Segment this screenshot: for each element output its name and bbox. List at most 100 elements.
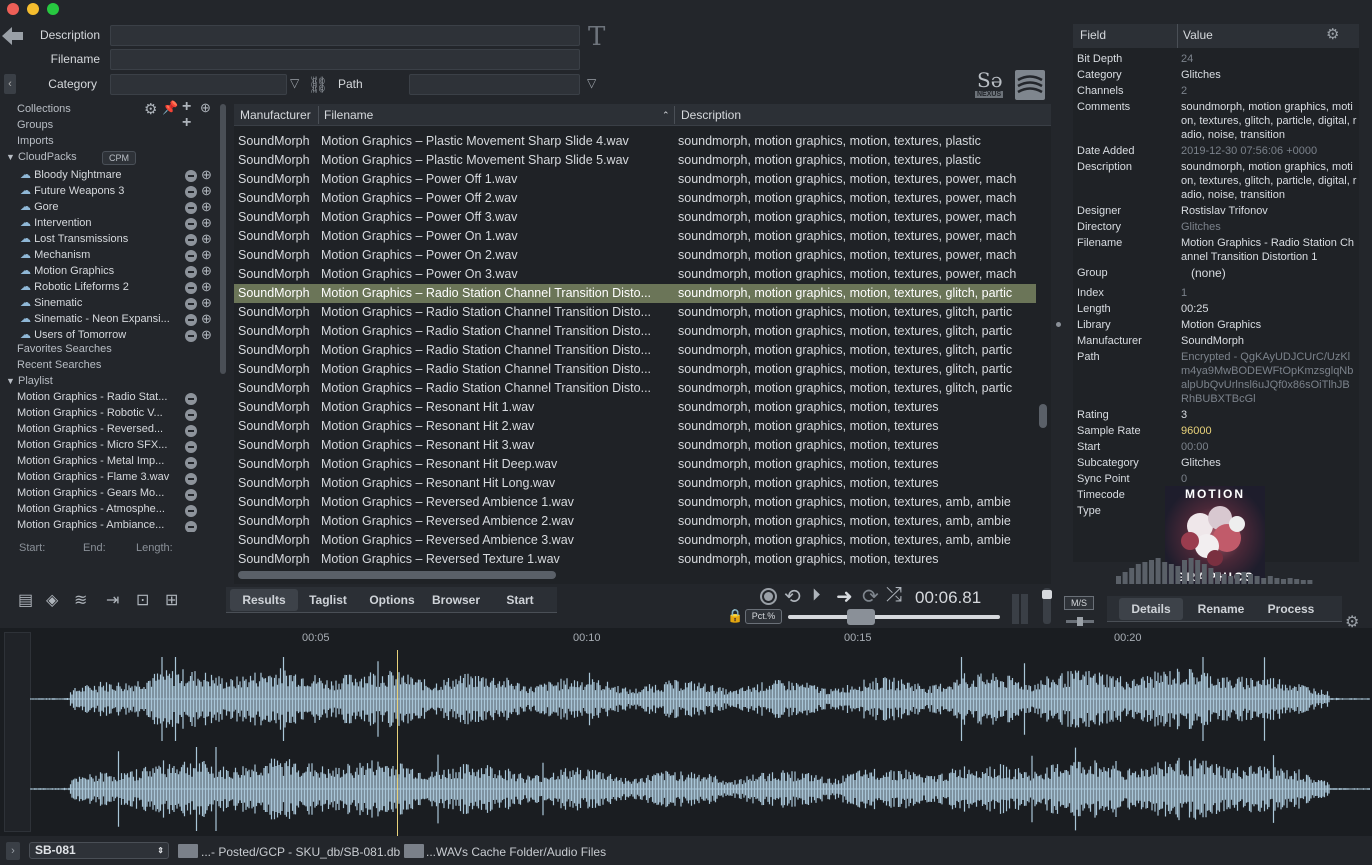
table-row[interactable]: SoundMorph Motion Graphics – Reversed Tex… bbox=[234, 550, 1036, 569]
tab-results[interactable]: Results bbox=[230, 589, 298, 611]
playlist-item[interactable]: Motion Graphics - Gears Mo... bbox=[17, 487, 164, 503]
table-row[interactable]: SoundMorph Motion Graphics – Reversed Amb… bbox=[234, 512, 1036, 531]
download-icon[interactable]: ⊕ bbox=[201, 199, 212, 215]
remove-icon[interactable] bbox=[185, 266, 197, 278]
table-row[interactable]: SoundMorph Motion Graphics – Resonant Hit… bbox=[234, 398, 1036, 417]
remove-icon[interactable] bbox=[185, 441, 197, 453]
table-row[interactable]: SoundMorph Motion Graphics – Radio Statio… bbox=[234, 379, 1036, 398]
cloudpack-item[interactable]: ☁ Motion Graphics bbox=[20, 264, 180, 280]
sort-up-icon[interactable]: ⌃ bbox=[662, 104, 670, 126]
tab-taglist[interactable]: Taglist bbox=[300, 589, 356, 611]
playlist-item[interactable]: Motion Graphics - Atmosphe... bbox=[17, 503, 165, 519]
download-icon[interactable]: ⊕ bbox=[201, 279, 212, 295]
cloudpack-item[interactable]: ☁ Users of Tomorrow bbox=[20, 328, 180, 344]
export-folder-icon[interactable]: ⊡ bbox=[136, 590, 149, 610]
sidebar-groups[interactable]: Groups bbox=[17, 119, 53, 135]
remove-icon[interactable] bbox=[185, 282, 197, 294]
sidebar-favorites[interactable]: Favorites Searches bbox=[17, 343, 112, 359]
cloudpack-item[interactable]: ☁ Intervention bbox=[20, 216, 180, 232]
table-row[interactable]: SoundMorph Motion Graphics – Plastic Move… bbox=[234, 132, 1036, 151]
cloudpack-item[interactable]: ☁ Gore bbox=[20, 200, 180, 216]
table-row[interactable]: SoundMorph Motion Graphics – Power Off 1.… bbox=[234, 170, 1036, 189]
disclosure-triangle-icon[interactable]: ▼ bbox=[6, 376, 15, 386]
database-path[interactable]: ...- Posted/GCP - SKU_db/SB-081.db bbox=[201, 845, 400, 859]
category-dropdown-icon[interactable]: ▽ bbox=[290, 76, 299, 90]
pitch-slider-handle[interactable] bbox=[847, 609, 875, 625]
remove-icon[interactable] bbox=[185, 314, 197, 326]
play-step-icon[interactable]: ⏵ bbox=[812, 585, 821, 605]
table-row[interactable]: SoundMorph Motion Graphics – Power On 1.w… bbox=[234, 227, 1036, 246]
grid-select-icon[interactable]: ⊞ bbox=[165, 590, 178, 610]
cloudpack-item[interactable]: ☁ Robotic Lifeforms 2 bbox=[20, 280, 180, 296]
column-filename[interactable]: Filename bbox=[324, 104, 373, 126]
playlist-item[interactable]: Motion Graphics - Flame 3.wav bbox=[17, 471, 169, 487]
table-row[interactable]: SoundMorph Motion Graphics – Power On 2.w… bbox=[234, 246, 1036, 265]
text-format-icon[interactable]: T bbox=[588, 22, 605, 52]
download-icon[interactable]: ⊕ bbox=[201, 215, 212, 231]
cloudpack-item[interactable]: ☁ Lost Transmissions bbox=[20, 232, 180, 248]
cloudpack-item[interactable]: ☁ Bloody Nightmare bbox=[20, 168, 180, 184]
table-row[interactable]: SoundMorph Motion Graphics – Power Off 3.… bbox=[234, 208, 1036, 227]
cache-path[interactable]: ...WAVs Cache Folder/Audio Files bbox=[426, 845, 606, 859]
download-icon[interactable]: ⊕ bbox=[200, 100, 211, 116]
cloudpack-item[interactable]: ☁ Mechanism bbox=[20, 248, 180, 264]
remove-icon[interactable] bbox=[185, 489, 197, 501]
filename-field[interactable] bbox=[110, 49, 580, 70]
pct-button[interactable]: Pct.% bbox=[745, 609, 782, 624]
download-icon[interactable]: ⊕ bbox=[201, 247, 212, 263]
cloudpack-item[interactable]: ☁ Sinematic bbox=[20, 296, 180, 312]
download-icon[interactable]: ⊕ bbox=[201, 311, 212, 327]
cloudpack-item[interactable]: ☁ Sinematic - Neon Expansi... bbox=[20, 312, 180, 328]
remove-icon[interactable] bbox=[185, 457, 197, 469]
tab-process[interactable]: Process bbox=[1259, 598, 1323, 620]
path-dropdown-icon[interactable]: ▽ bbox=[587, 76, 596, 90]
table-row[interactable]: SoundMorph Motion Graphics – Reversed Amb… bbox=[234, 493, 1036, 512]
sidebar-recent[interactable]: Recent Searches bbox=[17, 359, 101, 375]
record-button[interactable] bbox=[760, 588, 777, 605]
ms-button[interactable]: M/S bbox=[1064, 596, 1094, 610]
toggle-panel-button[interactable]: › bbox=[6, 842, 20, 860]
table-row[interactable]: SoundMorph Motion Graphics – Radio Statio… bbox=[234, 322, 1036, 341]
table-horizontal-scrollbar[interactable] bbox=[238, 571, 556, 579]
remove-icon[interactable] bbox=[185, 250, 197, 262]
remove-icon[interactable] bbox=[185, 234, 197, 246]
remove-icon[interactable] bbox=[185, 186, 197, 198]
tab-browser[interactable]: Browser bbox=[424, 589, 488, 611]
remove-icon[interactable] bbox=[185, 330, 197, 342]
collapse-sidebar-button[interactable]: ‹ bbox=[4, 74, 16, 94]
playlist-item[interactable]: Motion Graphics - Micro SFX... bbox=[17, 439, 167, 455]
description-field[interactable] bbox=[110, 25, 580, 46]
zoom-window-button[interactable] bbox=[47, 3, 59, 15]
minimize-window-button[interactable] bbox=[27, 3, 39, 15]
waveform-left-handle[interactable] bbox=[4, 632, 31, 832]
download-icon[interactable]: ⊕ bbox=[201, 263, 212, 279]
sidebar-imports[interactable]: Imports bbox=[17, 135, 54, 151]
playlist-item[interactable]: Motion Graphics - Radio Stat... bbox=[17, 391, 167, 407]
new-playlist-icon[interactable]: ▤ bbox=[18, 590, 33, 610]
table-row[interactable]: SoundMorph Motion Graphics – Radio Statio… bbox=[234, 303, 1036, 322]
table-row[interactable]: SoundMorph Motion Graphics – Resonant Hit… bbox=[234, 455, 1036, 474]
playlist-item[interactable]: Motion Graphics - Reversed... bbox=[17, 423, 163, 439]
remove-icon[interactable] bbox=[185, 393, 197, 405]
remove-icon[interactable] bbox=[185, 409, 197, 421]
download-icon[interactable]: ⊕ bbox=[201, 295, 212, 311]
download-icon[interactable]: ⊕ bbox=[201, 183, 212, 199]
remove-icon[interactable] bbox=[185, 473, 197, 485]
table-row[interactable]: SoundMorph Motion Graphics – Radio Statio… bbox=[234, 284, 1036, 303]
table-row[interactable]: SoundMorph Motion Graphics – Resonant Hit… bbox=[234, 436, 1036, 455]
playlist-item[interactable]: Motion Graphics - Metal Imp... bbox=[17, 455, 164, 471]
remove-icon[interactable] bbox=[185, 521, 197, 532]
column-description[interactable]: Description bbox=[681, 104, 741, 126]
cloudpack-item[interactable]: ☁ Future Weapons 3 bbox=[20, 184, 180, 200]
tab-rename[interactable]: Rename bbox=[1189, 598, 1253, 620]
tab-details[interactable]: Details bbox=[1119, 598, 1183, 620]
pitch-slider[interactable] bbox=[788, 615, 1000, 619]
playhead[interactable] bbox=[397, 650, 398, 836]
table-row[interactable]: SoundMorph Motion Graphics – Plastic Move… bbox=[234, 151, 1036, 170]
link-icon[interactable]: ⛓ bbox=[308, 75, 328, 95]
volume-slider[interactable] bbox=[1042, 588, 1052, 624]
remove-icon[interactable] bbox=[185, 505, 197, 517]
cpm-badge[interactable]: CPM bbox=[102, 151, 136, 165]
play-forward-icon[interactable]: ➜ bbox=[836, 584, 853, 609]
loop-icon[interactable]: ⟲ bbox=[784, 584, 801, 609]
